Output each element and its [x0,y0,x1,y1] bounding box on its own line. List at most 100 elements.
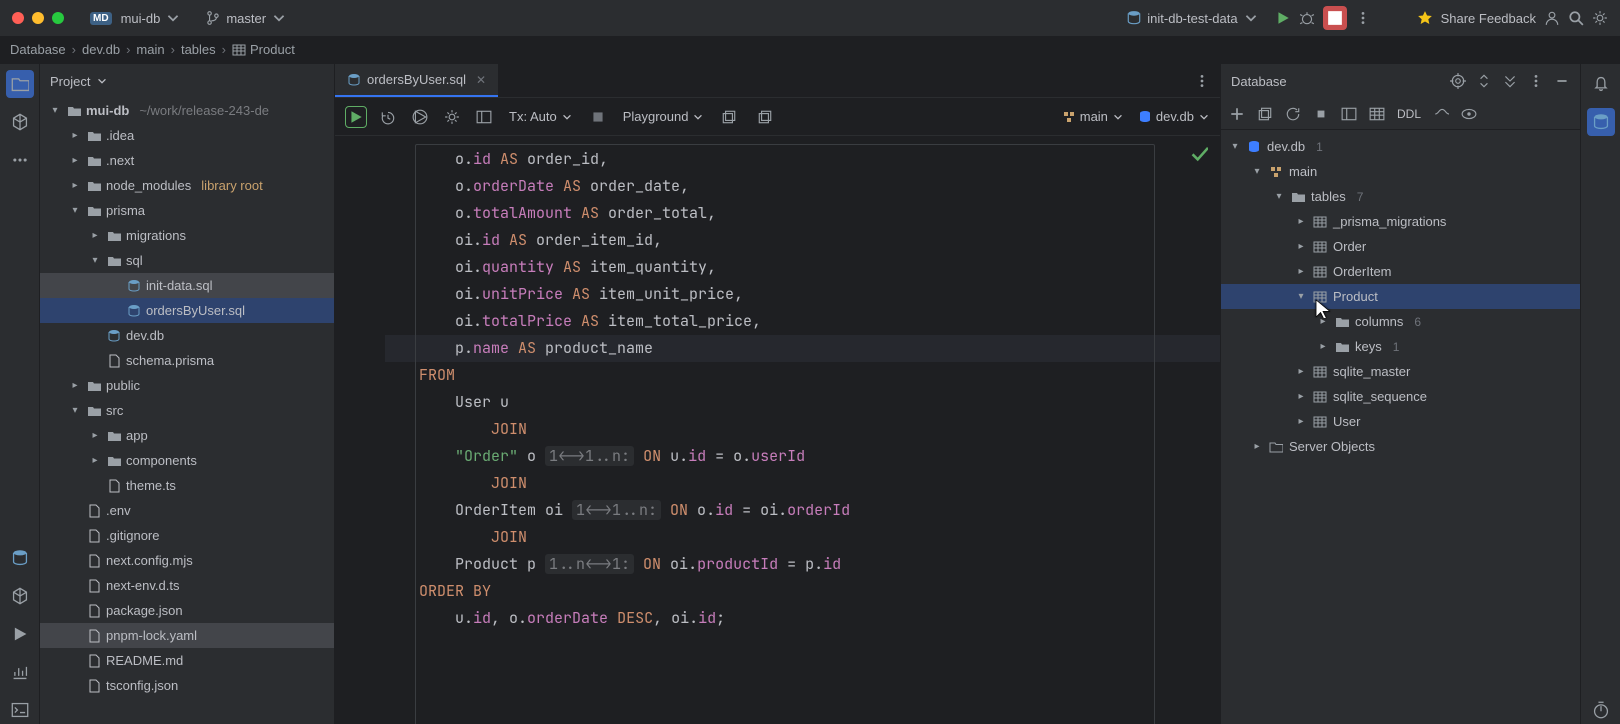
run-button[interactable] [1275,10,1291,26]
crumb-tables[interactable]: tables [181,42,216,57]
new-datasource-button[interactable] [1229,106,1245,122]
project-panel-header[interactable]: Project [40,64,334,98]
more-actions[interactable] [1355,10,1371,26]
db-tree-item[interactable]: ▾tables7 [1221,184,1580,209]
run-tool-button[interactable] [6,620,34,648]
tab-more-icon[interactable] [1194,73,1210,89]
minimize-icon[interactable] [1554,73,1570,89]
db-tree-item[interactable]: ▾main [1221,159,1580,184]
tree-item[interactable]: ·ordersByUser.sql [40,298,334,323]
history-button[interactable] [377,106,399,128]
vcs-branch[interactable]: master [197,7,295,29]
tx-mode-selector[interactable]: Tx: Auto [509,109,573,124]
locate-icon[interactable] [1450,73,1466,89]
duplicate-button[interactable] [1257,106,1273,122]
jump-to-console-button[interactable] [1341,106,1357,122]
crumb-product[interactable]: Product [232,42,295,57]
tree-item[interactable]: ▾src [40,398,334,423]
database-tree[interactable]: ▾dev.db1▾main▾tables7▸_prisma_migrations… [1221,130,1580,724]
db-tree-item[interactable]: ▸Server Objects [1221,434,1580,459]
stopwatch-tool-button[interactable] [1587,696,1615,724]
tree-item[interactable]: ▾prisma [40,198,334,223]
zoom-window[interactable] [52,12,64,24]
tree-item[interactable]: ·package.json [40,598,334,623]
tree-item[interactable]: ·tsconfig.json [40,673,334,698]
more-tool-button[interactable] [6,146,34,174]
layout-button[interactable] [473,106,495,128]
stop-button[interactable] [1313,106,1329,122]
stop-query-button[interactable] [587,106,609,128]
table-view-button[interactable] [1369,106,1385,122]
tree-item[interactable]: ▸.next [40,148,334,173]
structure-tool-button[interactable] [6,108,34,136]
db-tree-item[interactable]: ▸sqlite_master [1221,359,1580,384]
tree-item[interactable]: ·.gitignore [40,523,334,548]
db-tree-item[interactable]: ▸sqlite_sequence [1221,384,1580,409]
explain-plan-button[interactable] [718,106,740,128]
tree-item[interactable]: ·dev.db [40,323,334,348]
filter-icon[interactable] [1502,73,1518,89]
schema-selector[interactable]: main [1062,109,1124,124]
db-tree-item[interactable]: ▸User [1221,409,1580,434]
tree-item[interactable]: ·next.config.mjs [40,548,334,573]
db-tree-item[interactable]: ▾dev.db1 [1221,134,1580,159]
explain-analyze-button[interactable] [754,106,776,128]
db-tree-item[interactable]: ▸keys1 [1221,334,1580,359]
view-button[interactable] [1461,106,1477,122]
project-root[interactable]: ▾ mui-db ~/work/release-243-de [40,98,334,123]
tree-item[interactable]: ·next-env.d.ts [40,573,334,598]
tab-ordersbyuser[interactable]: ordersByUser.sql ✕ [335,64,498,97]
playground-selector[interactable]: Playground [623,109,705,124]
run-config-selector[interactable]: init-db-test-data [1118,7,1266,29]
diagram-button[interactable] [1433,106,1449,122]
tree-item[interactable]: ·.env [40,498,334,523]
execute-button[interactable] [345,106,367,128]
refresh-button[interactable] [1285,106,1301,122]
close-window[interactable] [12,12,24,24]
tree-item[interactable]: ·theme.ts [40,473,334,498]
code-with-me-icon[interactable] [1544,10,1560,26]
profiler-tool-button[interactable] [6,658,34,686]
tree-item[interactable]: ▸public [40,373,334,398]
tree-item[interactable]: ·init-data.sql [40,273,334,298]
database-tool-button[interactable] [6,544,34,572]
project-tree[interactable]: ▾ mui-db ~/work/release-243-de ▸.idea▸.n… [40,98,334,724]
db-tree-item[interactable]: ▸_prisma_migrations [1221,209,1580,234]
code-editor[interactable]: o.id AS order_id, o.orderDate AS order_d… [335,136,1220,724]
notifications-tool-button[interactable] [1587,70,1615,98]
debug-button[interactable] [1299,10,1315,26]
close-icon[interactable]: ✕ [476,73,486,87]
project-selector[interactable]: MD mui-db [82,7,189,29]
db-tree-item[interactable]: ▸OrderItem [1221,259,1580,284]
datasource-selector[interactable]: dev.db [1138,109,1210,124]
minimize-window[interactable] [32,12,44,24]
tree-item[interactable]: ·README.md [40,648,334,673]
crumb-database[interactable]: Database [10,42,66,57]
tree-item[interactable]: ▸components [40,448,334,473]
settings-icon[interactable] [1592,10,1608,26]
db-tree-item[interactable]: ▸columns6 [1221,309,1580,334]
db-tree-item[interactable]: ▸Order [1221,234,1580,259]
tree-item[interactable]: ▸app [40,423,334,448]
terminal-tool-button[interactable] [6,696,34,724]
crumb-main[interactable]: main [136,42,164,57]
share-feedback-link[interactable]: Share Feedback [1441,11,1536,26]
crumb-devdb[interactable]: dev.db [82,42,120,57]
search-everywhere-icon[interactable] [1568,10,1584,26]
tree-item[interactable]: ▸migrations [40,223,334,248]
tree-item[interactable]: ▾sql [40,248,334,273]
services-tool-button[interactable] [6,582,34,610]
collapse-icon[interactable] [1476,73,1492,89]
stop-button[interactable] [1323,6,1347,30]
run-in-button[interactable] [409,106,431,128]
tree-item[interactable]: ·schema.prisma [40,348,334,373]
tree-item[interactable]: ▸node_moduleslibrary root [40,173,334,198]
db-tree-item[interactable]: ▾Product [1221,284,1580,309]
tree-item[interactable]: ▸.idea [40,123,334,148]
database-tool-button-right[interactable] [1587,108,1615,136]
panel-more-icon[interactable] [1528,73,1544,89]
ddl-button[interactable]: DDL [1397,107,1421,121]
tree-item[interactable]: ·pnpm-lock.yaml [40,623,334,648]
settings-button[interactable] [441,106,463,128]
project-tool-button[interactable] [6,70,34,98]
